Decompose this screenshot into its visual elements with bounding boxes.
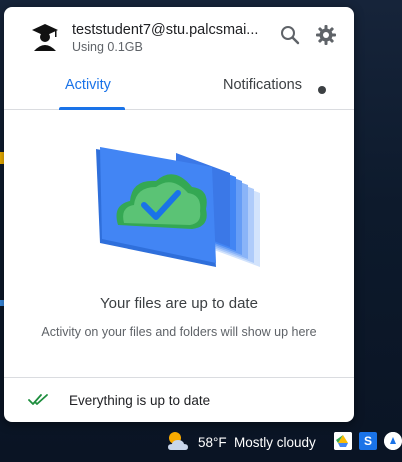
tab-notifications[interactable]: Notifications [223,77,302,93]
app-tray-icon[interactable]: S [359,432,377,450]
search-icon[interactable] [278,23,302,47]
status-subtitle: Activity on your files and folders will … [41,325,317,339]
sync-status-footer: Everything is up to date [4,377,354,422]
drive-activity-popup: teststudent7@stu.palcsmai... Using 0.1GB… [4,7,354,422]
sync-status-text: Everything is up to date [69,393,211,408]
tab-bar: Activity Notifications [4,65,354,110]
double-check-icon [28,394,48,405]
avatar[interactable] [30,21,60,51]
notification-dot-icon [318,86,326,94]
weather-temperature[interactable]: 58°F [198,435,227,450]
active-tab-indicator [59,107,125,110]
google-drive-tray-icon[interactable] [334,432,352,450]
account-header: teststudent7@stu.palcsmai... Using 0.1GB [4,7,354,65]
cloud-sync-illustration [96,147,260,267]
tab-activity[interactable]: Activity [65,77,111,93]
storage-usage: Using 0.1GB [72,40,143,54]
status-title: Your files are up to date [100,295,258,312]
partly-cloudy-icon[interactable] [165,428,191,454]
gear-icon[interactable] [314,23,338,47]
tray-status-icon[interactable] [384,432,402,450]
weather-condition[interactable]: Mostly cloudy [234,435,316,450]
account-email: teststudent7@stu.palcsmai... [72,22,259,38]
